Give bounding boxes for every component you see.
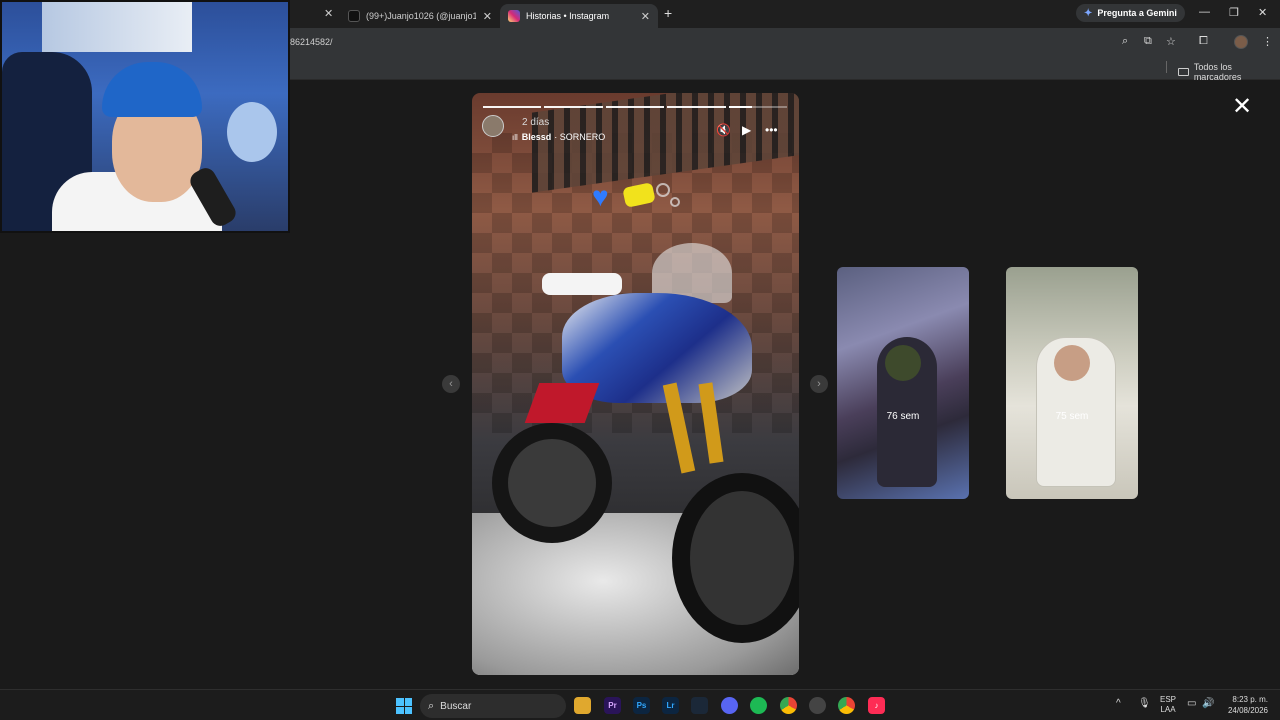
close-window-icon[interactable]: ✕ — [1258, 6, 1267, 19]
shelf — [42, 2, 192, 52]
chrome-active-icon[interactable] — [838, 697, 855, 714]
next-story-icon[interactable]: › — [810, 375, 828, 393]
tiktok-icon — [348, 10, 360, 22]
tiktok-icon[interactable]: ♪ — [868, 697, 885, 714]
search-placeholder: Buscar — [440, 700, 472, 712]
folder-icon — [1178, 68, 1189, 76]
volume-icon[interactable]: 🔊 — [1202, 698, 1214, 709]
streamer-cap — [102, 62, 202, 117]
bubble-sticker — [670, 197, 680, 207]
close-tab-icon[interactable]: ✕ — [483, 10, 492, 23]
divider — [1166, 61, 1167, 73]
story-media[interactable]: ♥ 2 días ıll Blessd · SORNERO 🔇 ▶ ••• — [472, 93, 799, 675]
story-music[interactable]: ıll Blessd · SORNERO — [512, 132, 605, 142]
mute-icon[interactable]: 🔇 — [716, 123, 731, 137]
restore-icon[interactable]: ❐ — [1229, 6, 1239, 19]
thumbnail-age: 76 sem — [886, 411, 920, 422]
extensions-icon[interactable]: ⧠ — [1199, 35, 1208, 48]
person-head — [885, 345, 921, 381]
discord-icon[interactable] — [721, 697, 738, 714]
steam-icon[interactable] — [691, 697, 708, 714]
song-artist: Blessd — [521, 132, 552, 142]
story-thumbnail[interactable]: 75 sem — [1006, 267, 1138, 499]
heart-sticker-icon: ♥ — [592, 181, 609, 212]
lang-line: ESP — [1160, 695, 1177, 704]
instagram-icon — [508, 10, 520, 22]
close-viewer-icon[interactable]: ✕ — [1232, 95, 1252, 119]
minimize-icon[interactable]: — — [1199, 6, 1210, 18]
more-options-icon[interactable]: ••• — [765, 123, 778, 137]
thumbnail-age: 75 sem — [1055, 411, 1089, 422]
lightroom-icon[interactable]: Lr — [662, 697, 679, 714]
obs-icon[interactable] — [809, 697, 826, 714]
zoom-icon[interactable]: ⌕ — [1122, 35, 1128, 48]
progress-segment — [544, 106, 603, 108]
rear-wheel — [492, 423, 612, 543]
music-bars-icon: ıll — [512, 132, 518, 142]
tab-tiktok[interactable]: (99+)Juanjo1026 (@juanjo1026) ✕ — [340, 4, 500, 28]
new-tab-button[interactable]: + — [664, 5, 672, 21]
story-avatar[interactable] — [482, 115, 504, 137]
start-button[interactable] — [396, 698, 412, 714]
tab-instagram[interactable]: Historias • Instagram ✕ — [500, 4, 658, 28]
webcam-overlay — [0, 0, 290, 233]
search-icon: ⌕ — [428, 699, 435, 712]
spotify-icon[interactable] — [750, 697, 767, 714]
song-title: · SORNERO — [554, 132, 606, 142]
lang-line: LAA — [1160, 705, 1176, 714]
bookmark-star-icon[interactable]: ☆ — [1166, 35, 1176, 48]
tab-title: Historias • Instagram — [526, 11, 610, 21]
menu-icon[interactable]: ⋮ — [1262, 35, 1273, 48]
clock[interactable]: 8:23 p. m. 24/08/2026 — [1222, 694, 1268, 716]
gemini-button[interactable]: ✦ Pregunta a Gemini — [1076, 4, 1185, 22]
progress-segment — [483, 106, 542, 108]
bubble-sticker — [656, 183, 670, 197]
gemini-label: Pregunta a Gemini — [1097, 8, 1177, 18]
install-icon[interactable]: ⧉ — [1144, 35, 1152, 48]
progress-segment — [667, 106, 726, 108]
language-indicator[interactable]: ESP LAA — [1160, 695, 1176, 715]
clock-date: 24/08/2026 — [1227, 706, 1268, 715]
photoshop-icon[interactable]: Ps — [633, 697, 650, 714]
gemini-icon: ✦ — [1084, 7, 1093, 19]
address-bar[interactable]: 86214582/ — [290, 37, 333, 47]
tab-title: (99+)Juanjo1026 (@juanjo1026) — [366, 11, 476, 21]
progress-segment — [605, 106, 665, 108]
close-tab-icon[interactable]: ✕ — [641, 10, 650, 23]
progress-segment — [728, 106, 788, 108]
profile-avatar[interactable] — [1234, 35, 1248, 49]
story-progress — [483, 106, 788, 108]
front-wheel — [672, 473, 799, 643]
handguard — [542, 273, 622, 295]
microphone-icon[interactable]: 🎙 — [1138, 698, 1151, 709]
premiere-icon[interactable]: Pr — [604, 697, 621, 714]
chevron-up-icon[interactable]: ^ — [1116, 698, 1121, 709]
windows-taskbar: ⌕ Buscar Pr Ps Lr ♪ ^ 🎙 ESP LAA ▭ 🔊 8:23… — [0, 689, 1280, 720]
chrome-icon[interactable] — [780, 697, 797, 714]
close-tab-icon[interactable]: ✕ — [324, 7, 333, 20]
play-icon[interactable]: ▶ — [742, 123, 751, 137]
story-thumbnail[interactable]: 76 sem — [837, 267, 969, 499]
bookmarks-folder-label: Todos los marcadores — [1193, 62, 1242, 82]
taskbar-search[interactable]: ⌕ Buscar — [420, 694, 566, 718]
clock-time: 8:23 p. m. — [1232, 695, 1268, 704]
person-head — [1054, 345, 1090, 381]
display-icon[interactable]: ▭ — [1187, 698, 1196, 709]
story-time: 2 días — [522, 117, 550, 128]
all-bookmarks-folder[interactable]: Todos los marcadores — [1178, 62, 1280, 82]
file-explorer-icon[interactable] — [574, 697, 591, 714]
plush-toy — [227, 102, 277, 162]
previous-story-icon[interactable]: ‹ — [442, 375, 460, 393]
